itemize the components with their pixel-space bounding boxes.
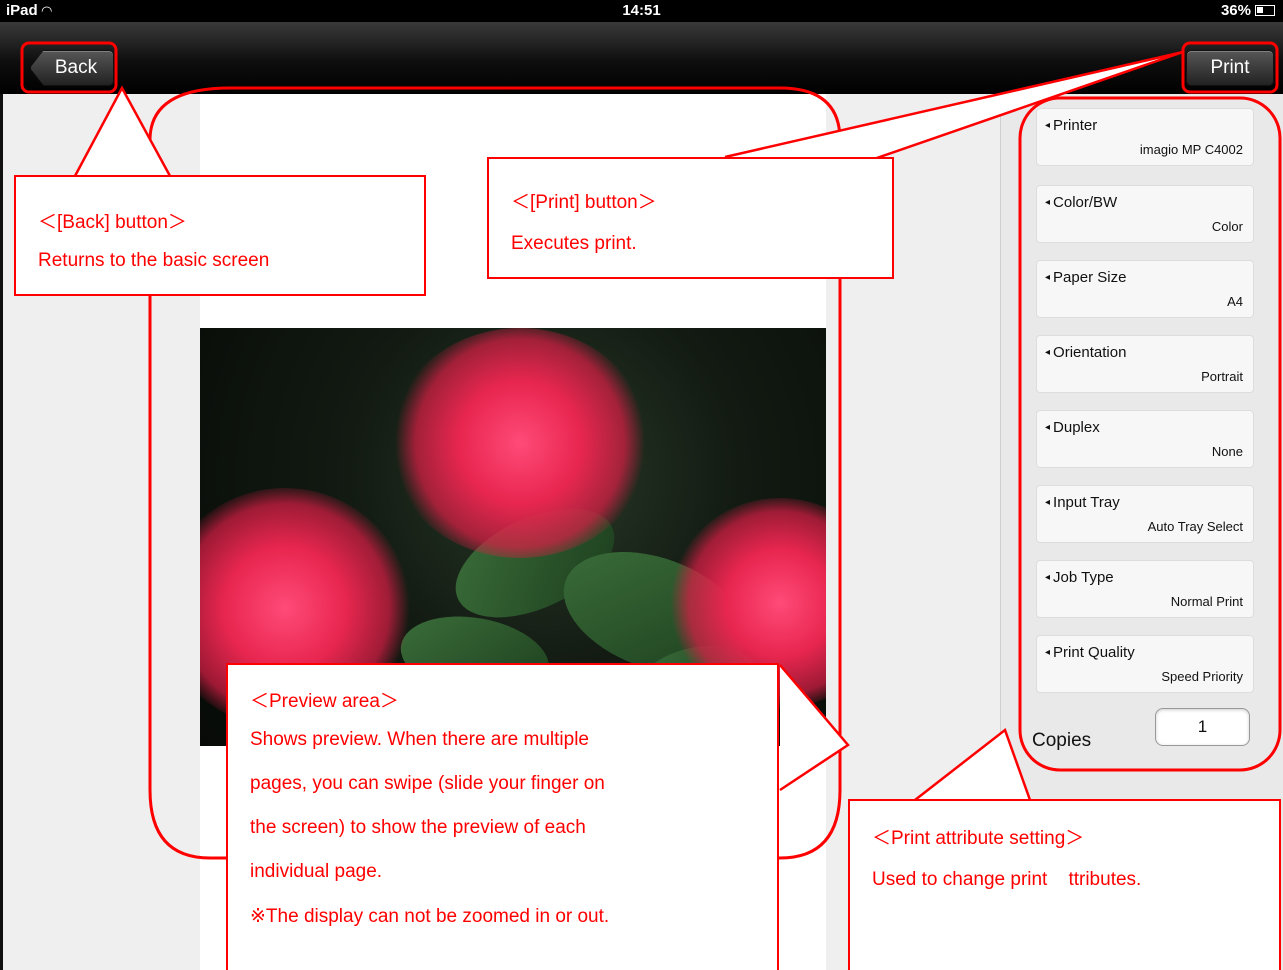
preview-callout: ＜Preview area＞ Shows preview. When there… (226, 663, 779, 970)
setting-value: Normal Print (1170, 594, 1243, 609)
setting-color-bw[interactable]: Color/BW Color (1036, 185, 1254, 243)
callout-desc: Returns to the basic screen (38, 250, 270, 271)
copies-label: Copies (1032, 730, 1092, 751)
callout-title: ＜Print attribute setting＞ (872, 828, 1085, 849)
setting-label: Printer (1045, 117, 1097, 134)
setting-print-quality[interactable]: Print Quality Speed Priority (1036, 635, 1254, 693)
setting-label: Color/BW (1045, 194, 1117, 211)
navigation-bar (0, 22, 1283, 94)
setting-label: Input Tray (1045, 494, 1120, 511)
copies-input[interactable]: 1 (1155, 708, 1250, 746)
battery-percent: 36% (1220, 2, 1251, 19)
battery-icon (1255, 5, 1275, 16)
setting-label: Paper Size (1045, 269, 1126, 286)
setting-printer[interactable]: Printer imagio MP C4002 (1036, 108, 1254, 166)
setting-job-type[interactable]: Job Type Normal Print (1036, 560, 1254, 618)
callout-line: ※The display can not be zoomed in or out… (250, 906, 610, 927)
back-callout: ＜[Back] button＞ Returns to the basic scr… (14, 175, 426, 296)
callout-title: ＜Preview area＞ (250, 691, 399, 712)
flower-shape (390, 328, 650, 558)
callout-desc: Used to change print ttributes. (872, 869, 1142, 890)
setting-label: Job Type (1045, 569, 1114, 586)
back-button[interactable]: Back (30, 50, 114, 86)
callout-title: ＜[Back] button＞ (38, 212, 187, 233)
left-edge (0, 94, 3, 970)
setting-value: None (1211, 444, 1243, 459)
callout-line: individual page. (250, 861, 383, 882)
callout-title: ＜[Print] button＞ (511, 192, 657, 213)
setting-value: Speed Priority (1161, 669, 1243, 684)
setting-value: Auto Tray Select (1147, 519, 1243, 534)
setting-paper-size[interactable]: Paper Size A4 (1036, 260, 1254, 318)
setting-orientation[interactable]: Orientation Portrait (1036, 335, 1254, 393)
attribute-callout: ＜Print attribute setting＞ Used to change… (848, 799, 1281, 970)
setting-duplex[interactable]: Duplex None (1036, 410, 1254, 468)
setting-label: Print Quality (1045, 644, 1135, 661)
setting-value: Portrait (1201, 369, 1243, 384)
status-right: 36% (1221, 2, 1275, 19)
callout-line: pages, you can swipe (slide your finger … (250, 773, 605, 794)
callout-desc: Executes print. (511, 233, 637, 254)
setting-value: imagio MP C4002 (1139, 142, 1243, 157)
setting-input-tray[interactable]: Input Tray Auto Tray Select (1036, 485, 1254, 543)
print-button[interactable]: Print (1186, 50, 1274, 86)
callout-line: the screen) to show the preview of each (250, 817, 586, 838)
print-callout: ＜[Print] button＞ Executes print. (487, 157, 894, 279)
setting-label: Orientation (1045, 344, 1126, 361)
setting-label: Duplex (1045, 419, 1100, 436)
status-bar: iPad ◠ 14:51 36% (0, 0, 1283, 22)
callout-line: Shows preview. When there are multiple (250, 729, 589, 750)
setting-value: A4 (1227, 294, 1243, 309)
status-time: 14:51 (622, 2, 661, 19)
setting-value: Color (1211, 219, 1243, 234)
